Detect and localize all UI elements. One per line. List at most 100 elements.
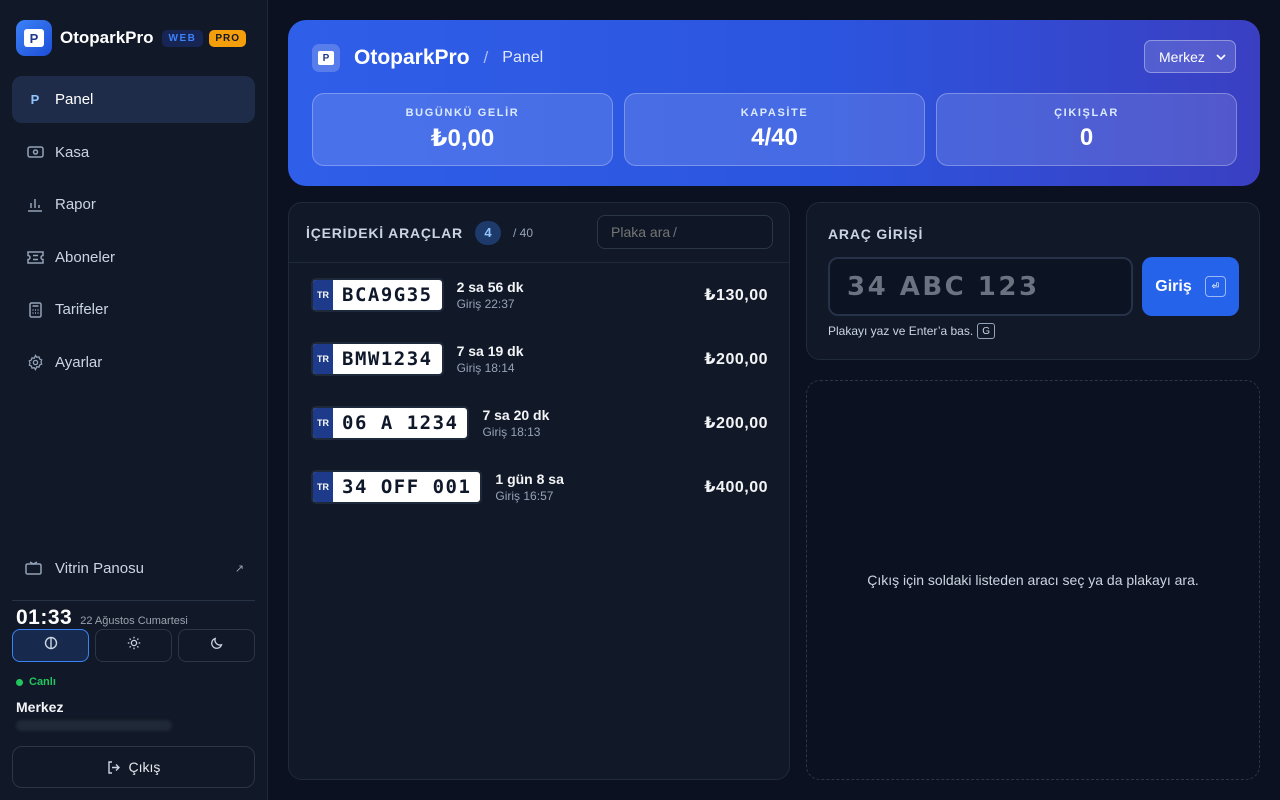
sidebar-item-aboneler[interactable]: Aboneler (12, 234, 255, 281)
vehicle-row[interactable]: TR 34 OFF 001 1 gün 8 sa Giriş 16:57 ₺40… (289, 455, 789, 519)
tv-icon (24, 559, 42, 577)
license-plate: TR BCA9G35 (311, 278, 444, 312)
parking-duration: 2 sa 56 dk (456, 279, 524, 295)
ticket-icon (26, 248, 44, 266)
stat-value: 0 (1079, 124, 1094, 151)
sidebar-nav: P Panel Kasa Rapor Aboneler Tarifeler Ay… (12, 76, 255, 391)
p-letter-icon: P (30, 92, 40, 107)
plate-number: BMW1234 (342, 348, 433, 370)
entry-submit-label: Giriş (1155, 277, 1192, 295)
license-plate: TR 34 OFF 001 (311, 470, 483, 504)
sidebar-item-tarifeler[interactable]: Tarifeler (12, 286, 255, 333)
stat-revenue: BUGÜNKÜ GELİR ₺0,00 (312, 93, 613, 166)
vehicle-list: TR BCA9G35 2 sa 56 dk Giriş 22:37 ₺130,0… (289, 263, 789, 519)
moon-icon (210, 636, 224, 655)
vehicles-header: İÇERİDEKİ ARAÇLAR 4 / 40 / (289, 203, 789, 263)
plate-number: BCA9G35 (342, 284, 433, 306)
parking-fee: ₺130,00 (704, 287, 768, 304)
sun-icon (127, 636, 141, 655)
entry-submit-button[interactable]: Giriş ⏎ (1142, 257, 1239, 316)
parking-duration: 7 sa 19 dk (456, 343, 524, 359)
entry-time: Giriş 22:37 (456, 297, 515, 311)
plate-entry-field[interactable] (828, 257, 1133, 316)
theme-auto-button[interactable] (12, 629, 89, 662)
stats-row: BUGÜNKÜ GELİR ₺0,00 KAPASİTE 4/40 ÇIKIŞL… (312, 93, 1237, 166)
vehicle-info: 2 sa 56 dk Giriş 22:37 (457, 279, 524, 311)
vehicle-row[interactable]: TR BMW1234 7 sa 19 dk Giriş 18:14 ₺200,0… (289, 327, 789, 391)
sidebar-item-label: Aboneler (55, 248, 116, 266)
parking-duration: 7 sa 20 dk (482, 407, 550, 423)
stat-capacity: KAPASİTE 4/40 (624, 93, 925, 166)
logo-letter: P (318, 51, 334, 65)
date: 22 Ağustos Cumartesi (80, 615, 188, 627)
sidebar-item-panel[interactable]: P Panel (12, 76, 255, 123)
entry-title: ARAÇ GİRİŞİ (828, 226, 924, 242)
plate-number: 06 A 1234 (342, 412, 459, 434)
clock: 01:33 (16, 606, 73, 629)
brand-name: OtoparkPro (60, 28, 154, 47)
theme-light-button[interactable] (95, 629, 172, 662)
sidebar-item-kasa[interactable]: Kasa (12, 129, 255, 176)
breadcrumb-separator: / (483, 48, 489, 67)
logout-button[interactable]: Çıkış (12, 746, 255, 788)
plate-country: TR (313, 472, 333, 502)
vehicle-capacity: / 40 (512, 225, 533, 240)
sidebar-item-label: Ayarlar (55, 353, 103, 371)
clock-row: 01:33 22 Ağustos Cumartesi (16, 606, 188, 630)
parking-fee: ₺400,00 (704, 479, 768, 496)
header-brand: OtoparkPro (354, 46, 470, 69)
sidebar: P OtoparkPro WEB PRO P Panel Kasa Rapor … (0, 0, 268, 800)
showcase-label: Vitrin Panosu (55, 559, 144, 577)
branch-select[interactable]: Merkez (1144, 40, 1236, 73)
bar-chart-icon (26, 196, 44, 214)
exit-panel: Çıkış için soldaki listeden aracı seç ya… (806, 380, 1260, 780)
search-shortcut-key: / (673, 224, 677, 240)
stat-exits: ÇIKIŞLAR 0 (936, 93, 1237, 166)
page-title: Panel (502, 49, 544, 66)
breadcrumb: P OtoparkPro / Panel (312, 44, 543, 72)
vehicle-count-badge: 4 (474, 220, 501, 245)
plate-entry-input[interactable] (847, 271, 1117, 302)
vehicle-entry-panel: ARAÇ GİRİŞİ Giriş ⏎ Plakayı yaz ve Enter… (806, 202, 1260, 360)
entry-hint: Plakayı yaz ve Enter’a bas. G (828, 323, 996, 339)
stat-label: KAPASİTE (740, 107, 809, 119)
parking-duration: 1 gün 8 sa (495, 471, 564, 487)
branch-name: Merkez (16, 699, 64, 715)
logout-icon (107, 760, 121, 774)
theme-dark-button[interactable] (178, 629, 255, 662)
entry-time: Giriş 16:57 (495, 489, 554, 503)
showcase-link[interactable]: Vitrin Panosu ↗ (24, 556, 244, 580)
brand[interactable]: P OtoparkPro WEB PRO (16, 20, 247, 56)
blurred-email (16, 720, 172, 731)
vehicle-row[interactable]: TR 06 A 1234 7 sa 20 dk Giriş 18:13 ₺200… (289, 391, 789, 455)
sidebar-item-rapor[interactable]: Rapor (12, 181, 255, 228)
gear-icon (26, 353, 44, 371)
enter-key-icon: ⏎ (1204, 276, 1226, 297)
vehicle-info: 7 sa 19 dk Giriş 18:14 (457, 343, 524, 375)
vehicles-title: İÇERİDEKİ ARAÇLAR (306, 224, 463, 241)
vehicle-row[interactable]: TR BCA9G35 2 sa 56 dk Giriş 22:37 ₺130,0… (289, 263, 789, 327)
parking-logo-icon: P (16, 20, 52, 56)
entry-hint-text: Plakayı yaz ve Enter’a bas. (828, 324, 974, 338)
parking-fee: ₺200,00 (704, 351, 768, 368)
stat-label: BUGÜNKÜ GELİR (405, 106, 520, 119)
header-card: P OtoparkPro / Panel Merkez BUGÜNKÜ GELİ… (288, 20, 1260, 186)
logout-label: Çıkış (128, 759, 161, 775)
parking-logo-icon: P (312, 44, 340, 72)
live-status: Canlı (16, 676, 56, 688)
pro-badge: PRO (209, 29, 247, 47)
entry-time: Giriş 18:13 (482, 425, 541, 439)
divider (12, 600, 255, 601)
plate-country: TR (313, 344, 333, 374)
stat-value: 4/40 (751, 124, 798, 151)
sidebar-item-label: Tarifeler (55, 301, 109, 318)
exit-empty-message: Çıkış için soldaki listeden aracı seç ya… (867, 572, 1199, 588)
sidebar-item-label: Kasa (55, 143, 90, 161)
plate-search-input[interactable] (611, 224, 671, 240)
status-label: Canlı (29, 676, 56, 688)
calculator-icon (26, 301, 44, 319)
contrast-icon (44, 636, 58, 655)
plate-search[interactable]: / (597, 215, 773, 249)
parking-fee: ₺200,00 (704, 415, 768, 432)
sidebar-item-ayarlar[interactable]: Ayarlar (12, 339, 255, 386)
